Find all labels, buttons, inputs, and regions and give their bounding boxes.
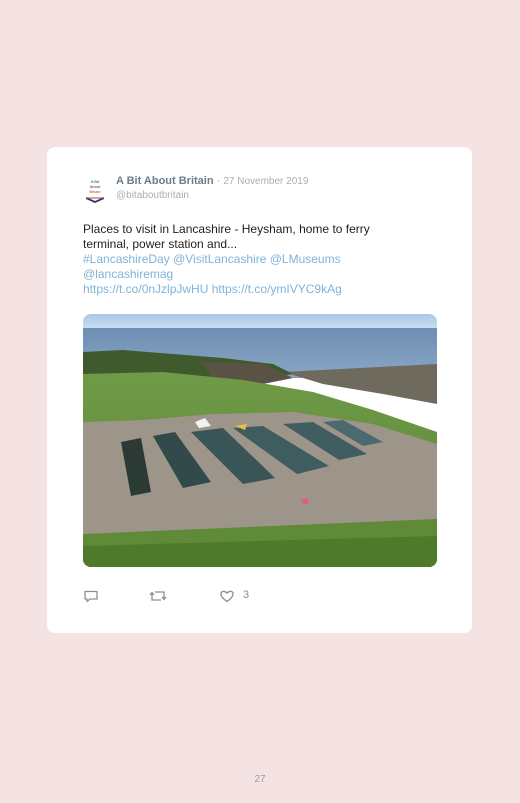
separator-dot: ·: [216, 175, 221, 187]
tweet-card: A Bit About Britain A Bit About Britain …: [47, 147, 472, 633]
like-button[interactable]: [219, 588, 235, 604]
reply-icon: [84, 590, 98, 603]
retweet-button[interactable]: [149, 588, 167, 604]
tweet-urls[interactable]: https://t.co/0nJzlpJwHU https://t.co/ymI…: [83, 282, 413, 297]
tweet-text: Places to visit in Lancashire - Heysham,…: [83, 222, 370, 251]
tweet-hashtags-mentions[interactable]: #LancashireDay @VisitLancashire @LMuseum…: [83, 252, 413, 267]
tweet-actions: 3: [83, 588, 283, 604]
author-handle[interactable]: @bitaboutbritain: [116, 190, 189, 201]
tweet-date[interactable]: 27 November 2019: [223, 176, 308, 187]
author-avatar[interactable]: A Bit About Britain: [83, 177, 107, 205]
reply-button[interactable]: [83, 588, 99, 604]
like-icon: [220, 590, 234, 603]
svg-text:Britain: Britain: [89, 189, 100, 194]
page-number: 27: [254, 774, 266, 785]
author-name[interactable]: A Bit About Britain: [116, 175, 214, 187]
tweet-author-line: A Bit About Britain · 27 November 2019: [116, 175, 308, 187]
tweet-media-image[interactable]: [83, 314, 437, 567]
tweet-mention[interactable]: @lancashiremag: [83, 267, 413, 282]
like-count: 3: [243, 589, 250, 601]
tweet-body: Places to visit in Lancashire - Heysham,…: [83, 222, 413, 297]
retweet-icon: [149, 591, 167, 601]
